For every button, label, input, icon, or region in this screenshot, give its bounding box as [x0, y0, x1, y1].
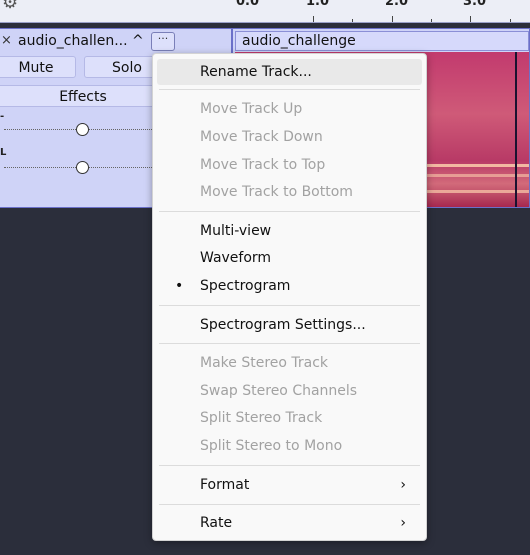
tick-mark: [352, 19, 353, 22]
menu-item-label: Move Track to Bottom: [200, 184, 353, 200]
menu-separator: [159, 343, 420, 344]
menu-item-waveform[interactable]: Waveform: [157, 245, 422, 271]
track-context-menu: Rename Track... Move Track Up Move Track…: [152, 53, 427, 541]
gain-slider[interactable]: [76, 123, 89, 136]
menu-item-label: Move Track to Top: [200, 157, 326, 173]
pan-label: L: [0, 147, 7, 158]
menu-item-label: Spectrogram: [200, 278, 291, 294]
menu-separator: [159, 465, 420, 466]
menu-item-rename-track[interactable]: Rename Track...: [157, 59, 422, 85]
menu-separator: [159, 305, 420, 306]
menu-item-move-track-down[interactable]: Move Track Down: [157, 124, 422, 150]
menu-item-format[interactable]: Format ›: [157, 472, 422, 498]
menu-item-label: Split Stereo to Mono: [200, 438, 343, 454]
pan-slider[interactable]: [76, 161, 89, 174]
menu-item-split-stereo-track[interactable]: Split Stereo Track: [157, 405, 422, 431]
gain-label: -: [0, 111, 5, 122]
menu-item-label: Move Track Up: [200, 101, 303, 117]
mute-button[interactable]: Mute: [0, 56, 76, 78]
menu-item-label: Rate: [200, 515, 233, 531]
menu-item-spectrogram-settings[interactable]: Spectrogram Settings...: [157, 312, 422, 338]
menu-separator: [159, 89, 420, 90]
collapse-icon[interactable]: ^: [132, 33, 144, 49]
close-track-icon[interactable]: ×: [1, 33, 12, 48]
tick-mark: [392, 16, 393, 22]
track-name-button[interactable]: audio_challen... ^: [18, 33, 144, 49]
tick-label: 3.0: [463, 0, 487, 9]
menu-item-make-stereo-track[interactable]: Make Stereo Track: [157, 350, 422, 376]
menu-item-label: Multi-view: [200, 223, 272, 239]
tick-mark: [313, 16, 314, 22]
menu-item-move-track-to-bottom[interactable]: Move Track to Bottom: [157, 179, 422, 205]
tick-mark: [431, 19, 432, 22]
submenu-arrow-icon: ›: [400, 515, 406, 531]
menu-item-split-stereo-to-mono[interactable]: Split Stereo to Mono: [157, 433, 422, 459]
tick-label: 2.0: [385, 0, 409, 9]
menu-separator: [159, 211, 420, 212]
playhead: [515, 52, 517, 207]
menu-item-move-track-to-top[interactable]: Move Track to Top: [157, 152, 422, 178]
gear-icon[interactable]: ⚙: [2, 0, 18, 13]
track-name: audio_challen...: [18, 33, 128, 49]
more-icon: ···: [157, 32, 169, 45]
menu-item-label: Format: [200, 477, 250, 493]
checked-bullet-icon: •: [175, 278, 184, 294]
menu-item-label: Move Track Down: [200, 129, 323, 145]
tick-mark: [470, 16, 471, 22]
tick-label: 1.0: [306, 0, 330, 9]
tick-label: 0.0: [236, 0, 260, 9]
menu-item-label: Split Stereo Track: [200, 410, 323, 426]
timeline-ruler[interactable]: ⚙ 0.0 1.0 2.0 3.0: [0, 0, 530, 23]
menu-separator: [159, 504, 420, 505]
menu-item-label: Make Stereo Track: [200, 355, 329, 371]
menu-item-spectrogram[interactable]: • Spectrogram: [157, 273, 422, 299]
menu-item-rate[interactable]: Rate ›: [157, 510, 422, 536]
menu-item-label: Spectrogram Settings...: [200, 317, 366, 333]
menu-item-label: Rename Track...: [200, 64, 312, 80]
track-menu-button[interactable]: ···: [151, 32, 175, 51]
menu-item-move-track-up[interactable]: Move Track Up: [157, 96, 422, 122]
clip-title[interactable]: audio_challenge: [235, 31, 529, 51]
menu-item-label: Swap Stereo Channels: [200, 383, 358, 399]
tick-mark: [510, 19, 511, 22]
menu-item-label: Waveform: [200, 250, 272, 266]
menu-item-multi-view[interactable]: Multi-view: [157, 218, 422, 244]
submenu-arrow-icon: ›: [400, 477, 406, 493]
effects-button[interactable]: Effects: [0, 85, 170, 107]
menu-item-swap-stereo-channels[interactable]: Swap Stereo Channels: [157, 378, 422, 404]
